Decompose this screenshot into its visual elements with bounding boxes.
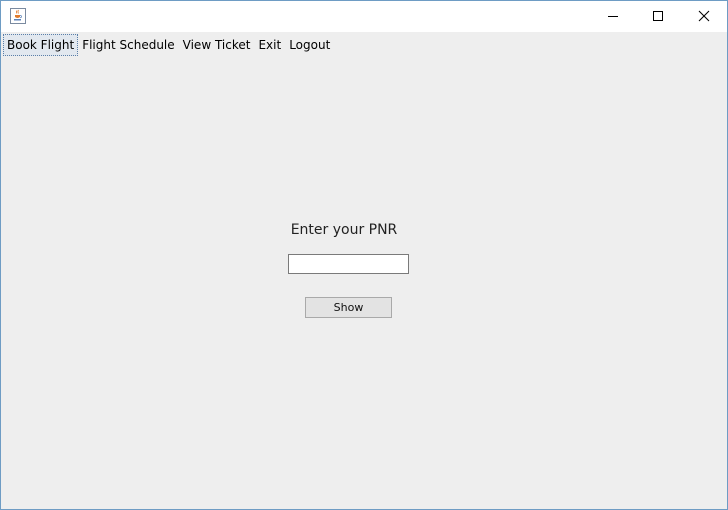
pnr-input[interactable] [288,254,409,274]
maximize-button[interactable] [635,1,681,32]
menu-exit[interactable]: Exit [254,34,285,56]
main-content: Enter your PNR Show [1,58,727,509]
java-cup-icon [10,8,26,24]
menu-logout[interactable]: Logout [285,34,334,56]
app-window: Book Flight Flight Schedule View Ticket … [0,0,728,510]
title-bar[interactable] [1,1,727,32]
maximize-icon [652,7,664,26]
show-button[interactable]: Show [305,297,392,318]
minimize-button[interactable] [590,1,636,32]
minimize-icon [607,7,619,26]
close-icon [698,7,710,26]
menu-view-ticket[interactable]: View Ticket [179,34,255,56]
close-button[interactable] [681,1,727,32]
menu-book-flight[interactable]: Book Flight [3,34,79,56]
pnr-label: Enter your PNR [290,222,398,238]
menu-bar: Book Flight Flight Schedule View Ticket … [1,32,727,58]
menu-flight-schedule[interactable]: Flight Schedule [78,34,178,56]
